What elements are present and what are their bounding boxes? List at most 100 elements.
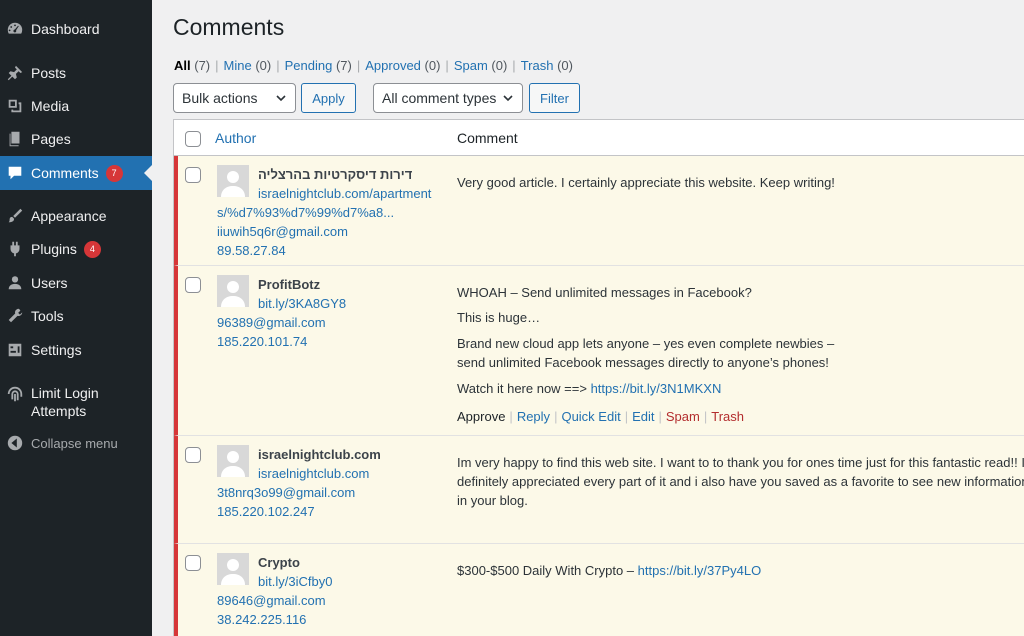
- comment-author-url[interactable]: bit.ly/3KA8GY8: [258, 296, 346, 311]
- sidebar-item-limit-login-attempts[interactable]: Limit Login Attempts: [0, 384, 152, 428]
- filter-count: (0): [424, 58, 441, 73]
- users-icon: [5, 273, 25, 293]
- settings-icon: [5, 340, 25, 360]
- comment-author-url[interactable]: israelnightclub.com: [258, 466, 369, 481]
- main-content: Comments All (7) | Mine (0) | Pending (7) | Ap…: [152, 0, 1024, 636]
- row-checkbox[interactable]: [185, 167, 201, 183]
- row-checkbox[interactable]: [185, 555, 201, 571]
- sidebar-item-tools[interactable]: Tools: [0, 299, 152, 333]
- comment-icon: [5, 163, 25, 183]
- filter-count: (0): [255, 58, 272, 73]
- sidebar-item-pages[interactable]: Pages: [0, 122, 152, 156]
- comment-author-ip[interactable]: 185.220.101.74: [217, 334, 307, 349]
- sidebar-item-label: Users: [31, 275, 68, 291]
- comment-author-email[interactable]: iiuwih5q6r@gmail.com: [217, 224, 348, 239]
- comment-link[interactable]: https://bit.ly/37Py4LO: [638, 563, 762, 578]
- collapse-menu-button[interactable]: Collapse menu: [0, 426, 152, 460]
- filter-count: (7): [194, 58, 211, 73]
- filter-pending[interactable]: Pending: [285, 58, 333, 73]
- quick-edit-link[interactable]: Quick Edit: [561, 409, 620, 424]
- comment-author-name: דירות דיסקרטיות בהרצליה: [258, 167, 413, 182]
- comments-table: Author Comment דירות דיסקרטיות בהרצליה i…: [173, 119, 1024, 636]
- comment-author-ip[interactable]: 89.58.27.84: [217, 243, 286, 258]
- filter-mine[interactable]: Mine: [224, 58, 252, 73]
- sidebar-item-label: Tools: [31, 308, 64, 324]
- sidebar-item-label: Plugins: [31, 241, 77, 257]
- apply-button[interactable]: Apply: [301, 83, 356, 113]
- wrench-icon: [5, 306, 25, 326]
- table-row: דירות דיסקרטיות בהרצליה israelnightclub.…: [174, 156, 1024, 266]
- comment-author-ip[interactable]: 38.242.225.116: [217, 612, 306, 627]
- table-row: israelnightclub.com israelnightclub.com …: [174, 436, 1024, 544]
- comment-text: Watch it here now ==>: [457, 381, 591, 396]
- chevron-down-icon: [503, 95, 513, 102]
- sidebar-item-label: Comments: [31, 165, 99, 181]
- comment-author-url[interactable]: bit.ly/3iCfby0: [258, 574, 332, 589]
- row-actions: Approve | Reply | Quick Edit | Edit | Spam | Trash: [457, 409, 744, 424]
- filter-button[interactable]: Filter: [529, 83, 580, 113]
- sidebar-item-media[interactable]: Media: [0, 89, 152, 123]
- comment-author-url[interactable]: s/%d7%93%d7%99%d7%a8...: [217, 205, 394, 220]
- comment-author-email[interactable]: 89646@gmail.com: [217, 593, 326, 608]
- row-checkbox[interactable]: [185, 447, 201, 463]
- filter-all[interactable]: All: [174, 58, 191, 73]
- avatar: [217, 165, 249, 197]
- avatar: [217, 553, 249, 585]
- comment-types-select[interactable]: All comment types: [373, 83, 523, 113]
- sidebar-item-settings[interactable]: Settings: [0, 333, 152, 367]
- comment-text: $300-$500 Daily With Crypto –: [457, 563, 638, 578]
- comment-text: Im very happy to find this web site. I w…: [457, 455, 1024, 508]
- sidebar-item-comments[interactable]: Comments 7: [0, 156, 152, 190]
- trash-link[interactable]: Trash: [711, 409, 744, 424]
- spam-link[interactable]: Spam: [666, 409, 700, 424]
- sidebar-item-label: Appearance: [31, 208, 107, 224]
- comment-author-name: Crypto: [258, 555, 300, 570]
- comment-author-email[interactable]: 96389@gmail.com: [217, 315, 326, 330]
- reply-link[interactable]: Reply: [517, 409, 550, 424]
- comment-author-name: israelnightclub.com: [258, 447, 381, 462]
- select-all-checkbox[interactable]: [185, 131, 201, 147]
- sidebar-item-label: Pages: [31, 131, 71, 147]
- filter-count: (0): [557, 58, 573, 73]
- comment-author-url[interactable]: israelnightclub.com/apartment: [258, 186, 431, 201]
- pages-icon: [5, 129, 25, 149]
- filter-approved[interactable]: Approved: [365, 58, 421, 73]
- paintbrush-icon: [5, 206, 25, 226]
- approve-link[interactable]: Approve: [457, 409, 505, 424]
- author-column-header[interactable]: Author: [215, 130, 256, 146]
- comment-column-header: Comment: [457, 130, 518, 146]
- bulk-actions-select[interactable]: Bulk actions: [173, 83, 296, 113]
- comment-text: Very good article. I certainly appreciat…: [457, 175, 835, 190]
- comments-count-badge: 7: [105, 164, 123, 182]
- comment-paragraph: $300-$500 Daily With Crypto – https://bi…: [457, 561, 1024, 580]
- sidebar-item-label: Settings: [31, 342, 82, 358]
- filter-count: (0): [491, 58, 508, 73]
- sidebar-item-label: Media: [31, 98, 70, 114]
- comment-paragraph: WHOAH – Send unlimited messages in Faceb…: [457, 285, 752, 300]
- filter-trash[interactable]: Trash: [521, 58, 554, 73]
- sidebar-item-appearance[interactable]: Appearance: [0, 199, 152, 233]
- pin-icon: [5, 63, 25, 83]
- table-row: Crypto bit.ly/3iCfby0 89646@gmail.com 38…: [174, 544, 1024, 636]
- sidebar-item-dashboard[interactable]: Dashboard: [0, 12, 152, 46]
- row-checkbox[interactable]: [185, 277, 201, 293]
- comment-link[interactable]: https://bit.ly/3N1MKXN: [591, 381, 722, 396]
- comment-paragraph: This is huge…: [457, 310, 541, 325]
- sidebar-item-users[interactable]: Users: [0, 266, 152, 300]
- sidebar-item-plugins[interactable]: Plugins 4: [0, 232, 152, 266]
- plugin-icon: [5, 239, 25, 259]
- sidebar-item-posts[interactable]: Posts: [0, 56, 152, 90]
- comment-author-ip[interactable]: 185.220.102.247: [217, 504, 315, 519]
- admin-sidebar: Dashboard Posts Media Pages Comments 7 A…: [0, 0, 152, 636]
- plugins-update-badge: 4: [83, 240, 101, 258]
- edit-link[interactable]: Edit: [632, 409, 654, 424]
- filter-spam[interactable]: Spam: [454, 58, 488, 73]
- comment-author-email[interactable]: 3t8nrq3o99@gmail.com: [217, 485, 355, 500]
- avatar: [217, 275, 249, 307]
- sidebar-item-label: Limit Login Attempts: [31, 385, 99, 419]
- collapse-icon: [5, 433, 25, 453]
- comment-paragraph: Brand new cloud app lets anyone – yes ev…: [457, 336, 835, 370]
- fingerprint-icon: [5, 384, 25, 404]
- comment-author-name: ProfitBotz: [258, 277, 321, 292]
- page-title: Comments: [173, 14, 285, 40]
